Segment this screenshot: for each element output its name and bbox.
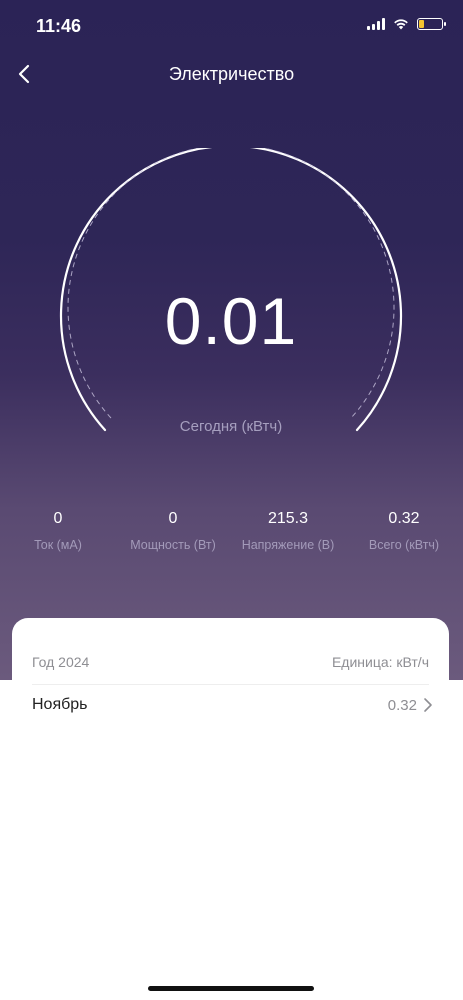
chevron-right-icon	[424, 698, 432, 712]
signal-icon	[367, 18, 385, 30]
month-row-november[interactable]: Ноябрь 0.32	[32, 693, 433, 717]
header: Электричество	[0, 52, 463, 96]
status-bar: 11:46	[0, 0, 463, 52]
stat-value: 215.3	[267, 510, 309, 527]
stat-label: Напряжение (В)	[241, 538, 335, 552]
stat-power: 0 Мощность (Вт)	[118, 510, 228, 552]
stat-current: 0 Ток (мА)	[3, 510, 113, 552]
battery-icon	[417, 18, 446, 30]
gauge-value: 0.01	[164, 284, 298, 358]
card-header: Год 2024 Единица: кВт/ч	[32, 654, 429, 685]
month-label: Ноябрь	[32, 696, 88, 713]
status-icons	[367, 18, 446, 30]
stat-value: 0	[168, 510, 178, 527]
bottom-area	[0, 962, 463, 1000]
wifi-icon	[394, 19, 408, 30]
stats-row: 0 Ток (мА) 0 Мощность (Вт) 215.3 Напряже…	[0, 510, 463, 560]
stat-label: Ток (мА)	[34, 538, 82, 552]
month-value: 0.32	[387, 696, 417, 714]
energy-gauge: 0.01 Сегодня (кВтч)	[56, 148, 406, 448]
status-time: 11:46	[36, 16, 82, 36]
stat-voltage: 215.3 Напряжение (В)	[233, 510, 343, 552]
stat-value: 0	[53, 510, 63, 527]
home-indicator[interactable]	[148, 986, 314, 991]
month-value-group: 0.32	[388, 697, 433, 714]
stat-label: Мощность (Вт)	[130, 538, 216, 552]
year-label: Год 2024	[32, 654, 90, 670]
page-title: Электричество	[168, 64, 295, 84]
battery-level	[419, 20, 424, 28]
stat-total: 0.32 Всего (кВтч)	[349, 510, 459, 552]
stat-label: Всего (кВтч)	[368, 538, 440, 552]
unit-label: Единица: кВт/ч	[331, 654, 429, 670]
history-card: Год 2024 Единица: кВт/ч Ноябрь 0.32	[12, 618, 449, 962]
gauge-label: Сегодня (кВтч)	[179, 418, 283, 435]
stat-value: 0.32	[388, 510, 420, 527]
